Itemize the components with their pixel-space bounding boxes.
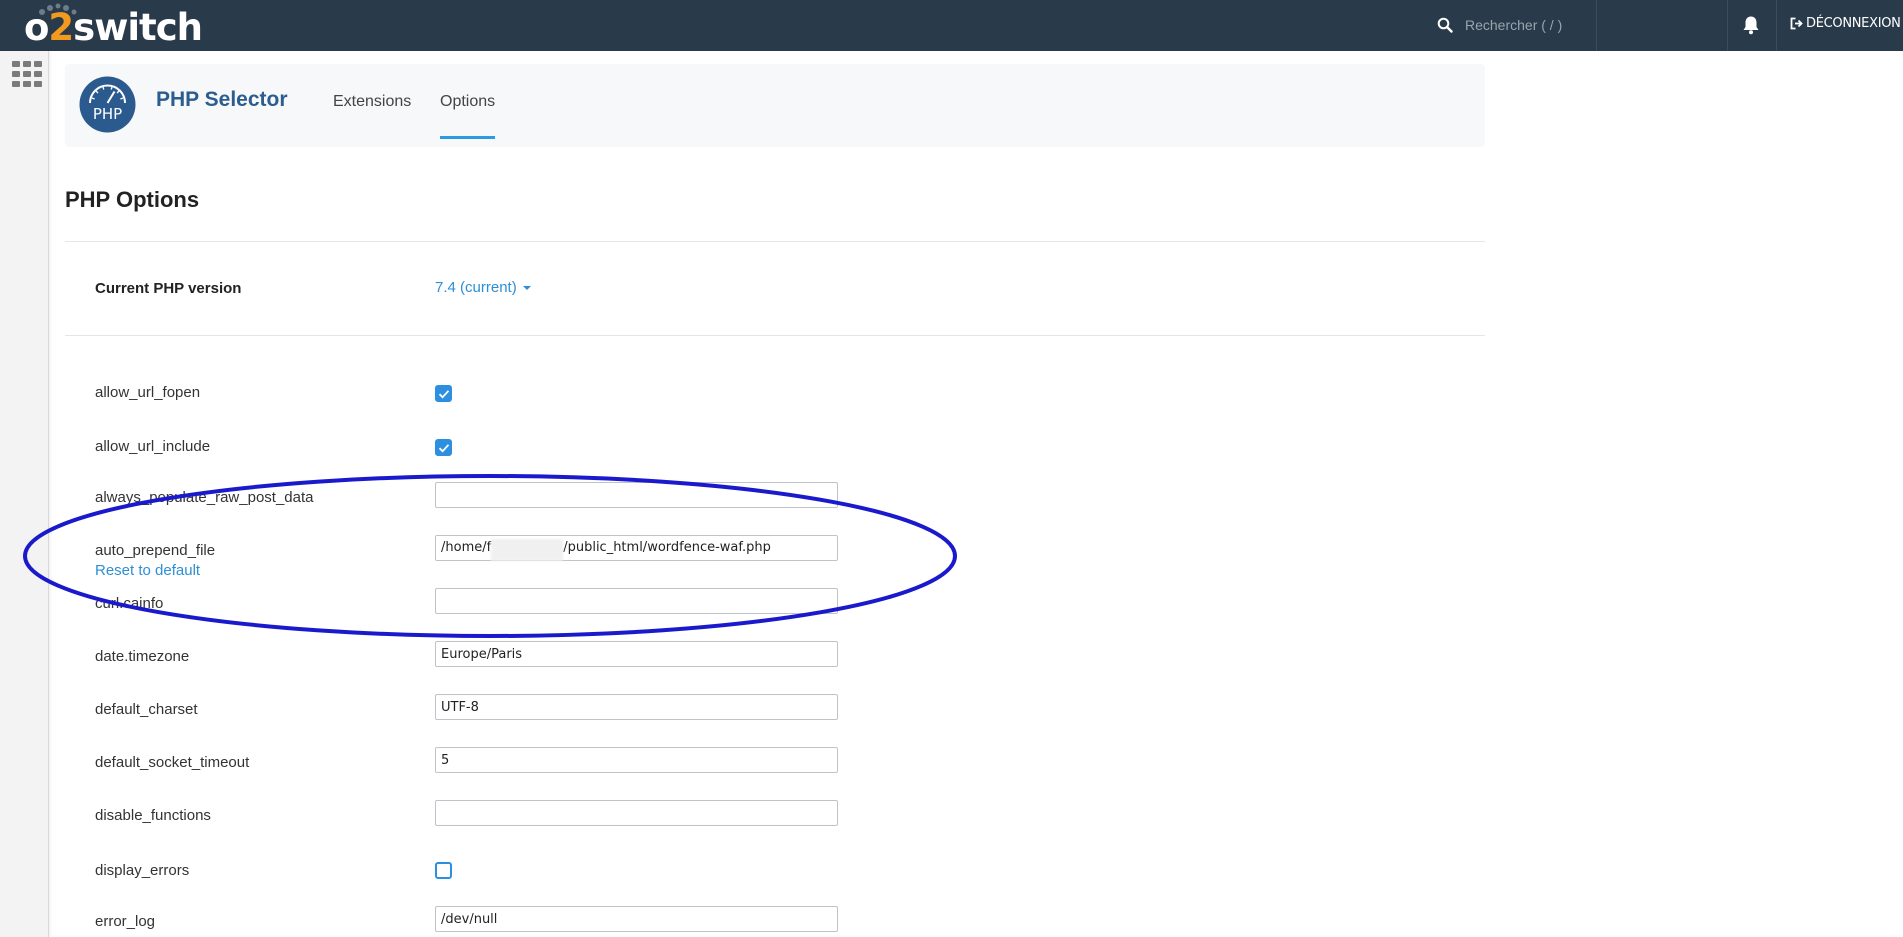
disable-functions-input[interactable] [435, 800, 838, 826]
logo-text-two: 2 [48, 6, 74, 49]
option-label: display_errors [95, 862, 190, 879]
logout-label: DÉCONNEXION [1806, 16, 1901, 31]
option-label: allow_url_fopen [95, 384, 201, 401]
section-divider [65, 241, 1485, 242]
current-php-version-label: Current PHP version [95, 280, 242, 297]
default-socket-timeout-input[interactable] [435, 747, 838, 773]
tab-options[interactable]: Options [440, 93, 496, 139]
topbar-divider [1776, 0, 1777, 51]
option-label: allow_url_include [95, 438, 211, 455]
date-timezone-input[interactable] [435, 641, 838, 667]
logo-text-o: o [24, 6, 49, 49]
option-label: auto_prepend_file [95, 542, 216, 559]
tab-extensions[interactable]: Extensions [333, 93, 411, 111]
allow-url-include-checkbox[interactable] [435, 439, 452, 456]
search-input[interactable] [1463, 16, 1587, 34]
option-label: default_socket_timeout [95, 754, 250, 771]
logout-icon [1790, 17, 1803, 30]
search-box[interactable] [1437, 13, 1587, 37]
page-title: PHP Options [65, 187, 200, 212]
option-label: default_charset [95, 701, 198, 718]
php-selector-header: PHP PHP Selector Extensions Options [65, 64, 1485, 147]
redaction-blur [491, 539, 563, 561]
php-version-value: 7.4 (current) [435, 279, 517, 296]
left-sidebar [0, 51, 49, 937]
page-heading-php-selector: PHP Selector [156, 88, 288, 111]
checkmark-icon [438, 390, 450, 399]
allow-url-fopen-checkbox[interactable] [435, 385, 452, 402]
reset-to-default-link[interactable]: Reset to default [95, 562, 200, 579]
brand-logo[interactable]: o2switch [24, 6, 203, 50]
php-logo-text: PHP [93, 105, 122, 123]
section-divider [65, 335, 1485, 336]
always-populate-raw-post-data-input[interactable] [435, 482, 838, 508]
topbar-divider [1727, 0, 1728, 51]
topbar-divider [1596, 0, 1597, 51]
option-label: error_log [95, 913, 156, 930]
display-errors-checkbox[interactable] [435, 862, 452, 879]
option-label: always_populate_raw_post_data [95, 489, 314, 506]
top-bar: o2switch DÉCONNEXION [0, 0, 1903, 51]
logout-button[interactable]: DÉCONNEXION [1790, 16, 1901, 31]
curl-cainfo-input[interactable] [435, 588, 838, 614]
checkmark-icon [438, 444, 450, 453]
bell-icon[interactable] [1742, 15, 1760, 35]
caret-down-icon [522, 286, 531, 291]
apps-grid-icon[interactable] [12, 61, 42, 87]
auto-prepend-path-suffix: /public_html/wordfence-waf.php [563, 540, 771, 555]
search-icon [1437, 17, 1453, 33]
php-gauge-logo-icon: PHP [79, 76, 136, 133]
option-label: date.timezone [95, 648, 190, 665]
logo-text-switch: switch [73, 6, 203, 49]
option-label: curl.cainfo [95, 595, 164, 612]
error-log-input[interactable] [435, 906, 838, 932]
php-version-dropdown[interactable]: 7.4 (current) [435, 279, 531, 296]
auto-prepend-path-prefix: /home/f [441, 540, 492, 555]
default-charset-input[interactable] [435, 694, 838, 720]
option-label: disable_functions [95, 807, 211, 824]
